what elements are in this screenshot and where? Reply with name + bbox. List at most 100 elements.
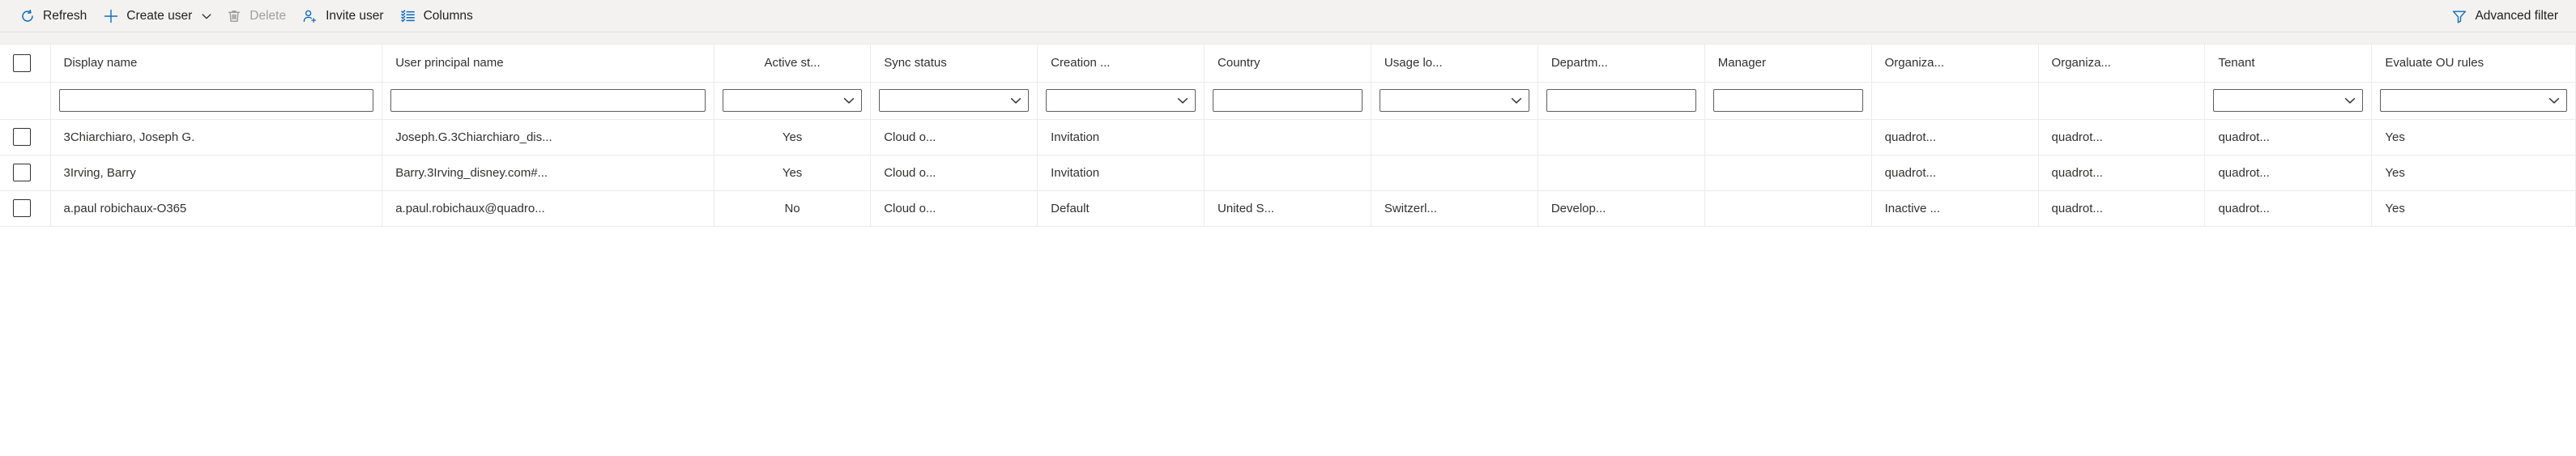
filter-input-display_name[interactable]: [59, 89, 374, 112]
column-header-active_status[interactable]: Active st...: [714, 45, 870, 82]
filter-input-department[interactable]: [1546, 89, 1696, 112]
filter-input-manager[interactable]: [1713, 89, 1863, 112]
row-select-checkbox[interactable]: [13, 199, 31, 217]
chevron-down-icon[interactable]: [2547, 93, 2561, 108]
cell-manager: [1704, 155, 1871, 190]
cell-value: 3Irving, Barry: [64, 166, 136, 180]
chevron-down-icon[interactable]: [1009, 93, 1023, 108]
cell-value: No: [784, 202, 800, 215]
cell-organization_1: Inactive ...: [1871, 190, 2038, 226]
column-header-tenant[interactable]: Tenant: [2205, 45, 2372, 82]
cell-creation_type: Invitation: [1038, 155, 1205, 190]
cell-organization_2: quadrot...: [2038, 155, 2205, 190]
checklist-icon: [400, 8, 416, 24]
chevron-down-icon[interactable]: [2343, 93, 2357, 108]
grid-top-spacer: [0, 32, 2576, 45]
filter-cell-tenant: [2205, 82, 2372, 119]
columns-label: Columns: [424, 10, 473, 23]
filter-cell-sync_status: [871, 82, 1038, 119]
chevron-down-icon[interactable]: [1175, 93, 1190, 108]
cell-display_name: 3Irving, Barry: [50, 155, 382, 190]
column-filter-row: [0, 82, 2576, 119]
data-grid-container: Display nameUser principal nameActive st…: [0, 32, 2576, 456]
filter-icon: [2451, 8, 2467, 24]
cell-value: quadrot...: [2218, 202, 2269, 215]
filter-text-display_name[interactable]: [66, 89, 369, 112]
filter-input-upn[interactable]: [390, 89, 706, 112]
filter-dropdown-tenant[interactable]: [2213, 89, 2363, 112]
cell-creation_type: Invitation: [1038, 119, 1205, 155]
cell-value: Cloud o...: [884, 202, 936, 215]
table-row[interactable]: 3Irving, Barry Barry.3Irving_disney.com#.…: [0, 155, 2576, 190]
cell-creation_type: Default: [1038, 190, 1205, 226]
filter-dropdown-usage_location[interactable]: [1380, 89, 1529, 112]
filter-cell-organization_1: [1871, 82, 2038, 119]
filter-dropdown-active_status[interactable]: [723, 89, 862, 112]
column-header-country[interactable]: Country: [1205, 45, 1371, 82]
select-all-checkbox[interactable]: [13, 54, 31, 72]
cell-value: Yes: [2385, 130, 2404, 144]
cell-department: [1537, 155, 1704, 190]
cell-sync_status: Cloud o...: [871, 190, 1038, 226]
cell-value: quadrot...: [2218, 130, 2269, 144]
cell-upn: Joseph.G.3Chiarchiaro_dis...: [382, 119, 714, 155]
filter-dropdown-sync_status[interactable]: [879, 89, 1029, 112]
table-row[interactable]: 3Chiarchiaro, Joseph G.Joseph.G.3Chiarch…: [0, 119, 2576, 155]
column-header-sync_status[interactable]: Sync status: [871, 45, 1038, 82]
column-header-department[interactable]: Departm...: [1537, 45, 1704, 82]
cell-tenant: quadrot...: [2205, 155, 2372, 190]
column-header-display_name[interactable]: Display name: [50, 45, 382, 82]
chevron-down-icon[interactable]: [200, 10, 213, 23]
column-header-organization_2[interactable]: Organiza...: [2038, 45, 2205, 82]
add-icon: [103, 8, 119, 24]
cell-value: a.paul.robichaux@quadro...: [395, 202, 545, 215]
column-header-creation_type[interactable]: Creation ...: [1038, 45, 1205, 82]
cell-value: Barry.3Irving_disney.com#...: [395, 166, 548, 180]
cell-usage_location: [1371, 119, 1537, 155]
column-header-upn[interactable]: User principal name: [382, 45, 714, 82]
cell-department: Develop...: [1537, 190, 1704, 226]
filter-dropdown-evaluate_ou[interactable]: [2380, 89, 2567, 112]
cell-evaluate_ou: Yes: [2372, 155, 2576, 190]
columns-button[interactable]: Columns: [392, 2, 481, 30]
cell-value: Yes: [2385, 202, 2404, 215]
cell-value: Inactive ...: [1885, 202, 1940, 215]
cell-value: Joseph.G.3Chiarchiaro_dis...: [395, 130, 552, 144]
cell-value: quadrot...: [2218, 166, 2269, 180]
cell-value: quadrot...: [2052, 130, 2103, 144]
column-header-organization_1[interactable]: Organiza...: [1871, 45, 2038, 82]
cell-tenant: quadrot...: [2205, 119, 2372, 155]
row-select-cell: [0, 119, 50, 155]
chevron-down-icon[interactable]: [842, 93, 856, 108]
invite-user-label: Invite user: [326, 10, 384, 23]
row-select-checkbox[interactable]: [13, 164, 31, 181]
cell-value: Switzerl...: [1384, 202, 1437, 215]
filter-text-country[interactable]: [1220, 89, 1357, 112]
column-header-evaluate_ou[interactable]: Evaluate OU rules: [2372, 45, 2576, 82]
table-header: Display nameUser principal nameActive st…: [0, 45, 2576, 82]
cell-manager: [1704, 119, 1871, 155]
filter-dropdown-creation_type[interactable]: [1046, 89, 1196, 112]
refresh-button[interactable]: Refresh: [11, 2, 95, 30]
filter-text-upn[interactable]: [398, 89, 700, 112]
table-row[interactable]: a.paul robichaux-O365a.paul.robichaux@qu…: [0, 190, 2576, 226]
filter-input-country[interactable]: [1213, 89, 1363, 112]
filter-text-manager[interactable]: [1721, 89, 1857, 112]
delete-button: Delete: [218, 2, 294, 30]
person-add-icon: [302, 8, 318, 24]
column-header-usage_location[interactable]: Usage lo...: [1371, 45, 1537, 82]
cell-manager: [1704, 190, 1871, 226]
invite-user-button[interactable]: Invite user: [294, 2, 392, 30]
column-header-label: Evaluate OU rules: [2385, 56, 2484, 70]
advanced-filter-button[interactable]: Advanced filter: [2443, 2, 2566, 30]
row-select-checkbox[interactable]: [13, 128, 31, 146]
filter-cell-manager: [1704, 82, 1871, 119]
create-user-button[interactable]: Create user: [95, 2, 218, 30]
filter-text-department[interactable]: [1554, 89, 1691, 112]
column-header-label: Manager: [1718, 56, 1766, 70]
cell-upn: Barry.3Irving_disney.com#...: [382, 155, 714, 190]
column-header-manager[interactable]: Manager: [1704, 45, 1871, 82]
chevron-down-icon[interactable]: [1509, 93, 1524, 108]
delete-label: Delete: [249, 10, 286, 23]
cell-sync_status: Cloud o...: [871, 119, 1038, 155]
